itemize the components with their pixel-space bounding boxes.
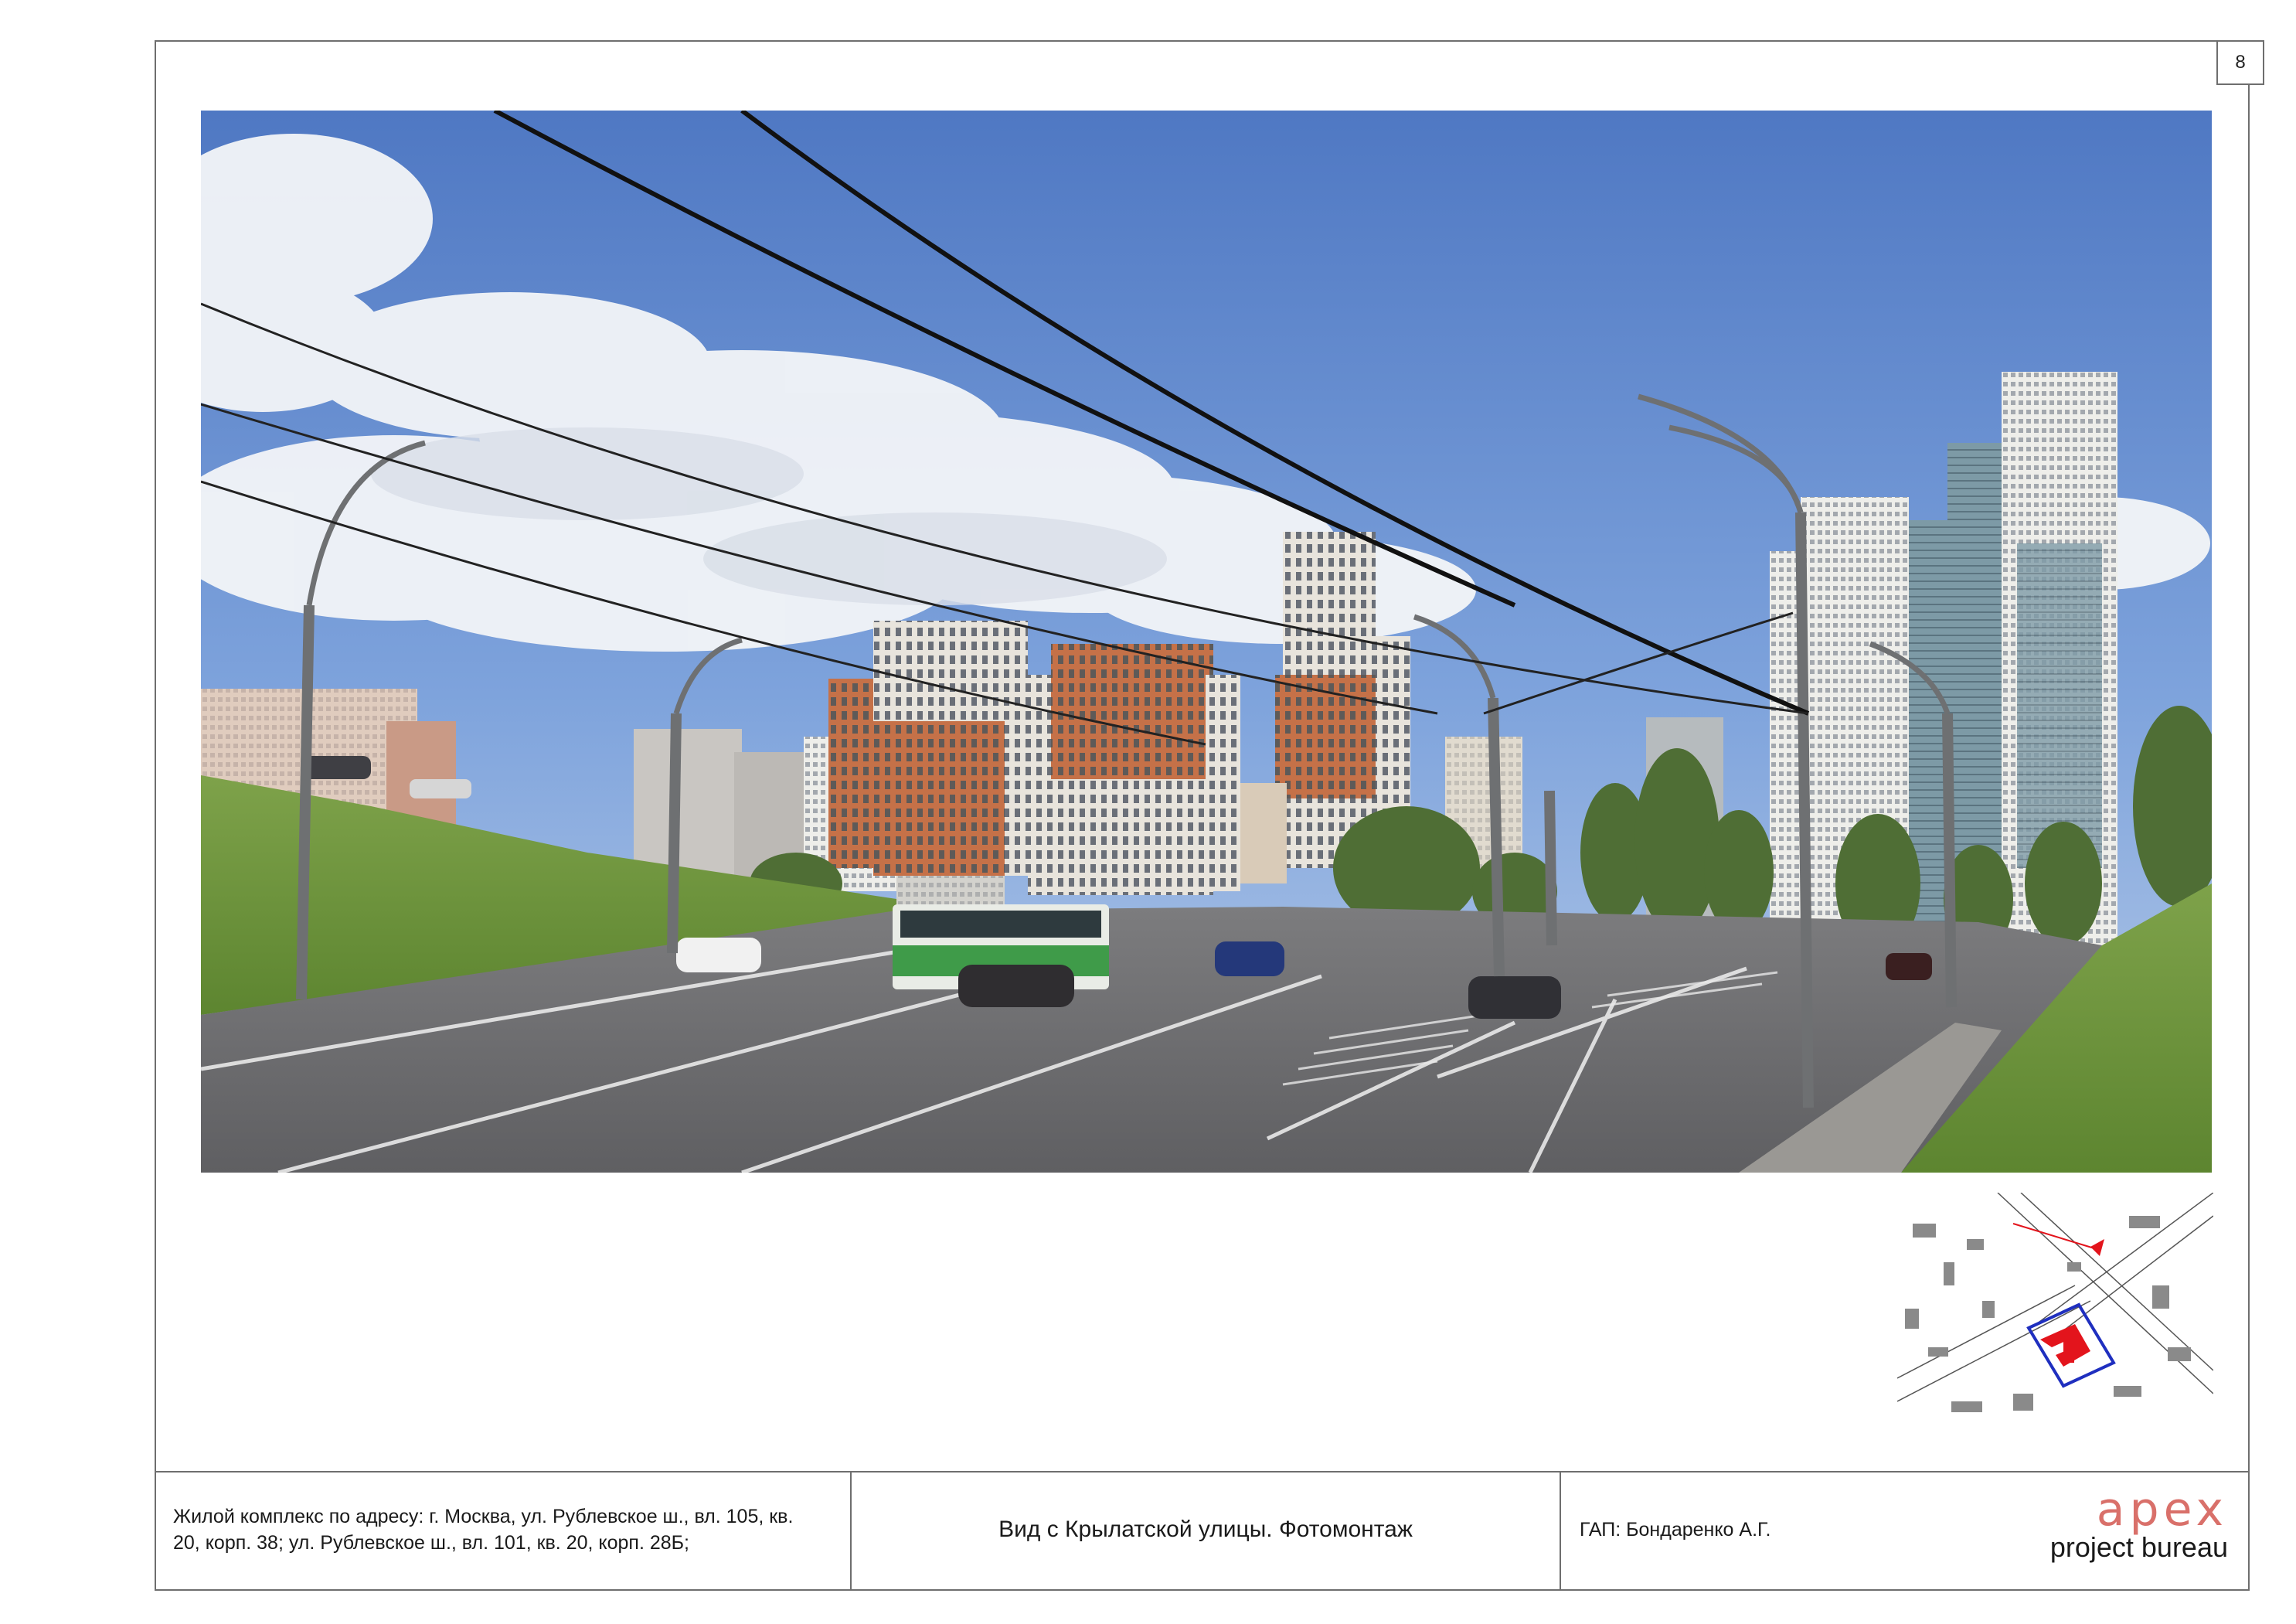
chief-architect: ГАП: Бондаренко А.Г. apex project bureau: [1561, 1472, 2250, 1591]
address-line-1: Жилой комплекс по адресу: г. Москва, ул.…: [173, 1506, 794, 1527]
logo-main-text: apex: [2096, 1483, 2228, 1537]
sheet-title: Вид с Крылатской улицы. Фотомонтаж: [852, 1472, 1561, 1591]
apex-logo: apex project bureau: [2049, 1483, 2228, 1564]
page-number: 8: [2216, 40, 2264, 85]
project-address: Жилой комплекс по адресу: г. Москва, ул.…: [155, 1472, 852, 1591]
site-location-map: [1897, 1193, 2213, 1433]
street-photomontage-image: [201, 111, 2212, 1173]
address-line-2: 20, корп. 38; ул. Рублевское ш., вл. 101…: [173, 1532, 690, 1554]
chief-architect-label: ГАП: Бондаренко А.Г.: [1580, 1519, 1771, 1541]
logo-sub-text: project bureau: [2049, 1531, 2228, 1563]
title-block: Жилой комплекс по адресу: г. Москва, ул.…: [155, 1471, 2250, 1591]
